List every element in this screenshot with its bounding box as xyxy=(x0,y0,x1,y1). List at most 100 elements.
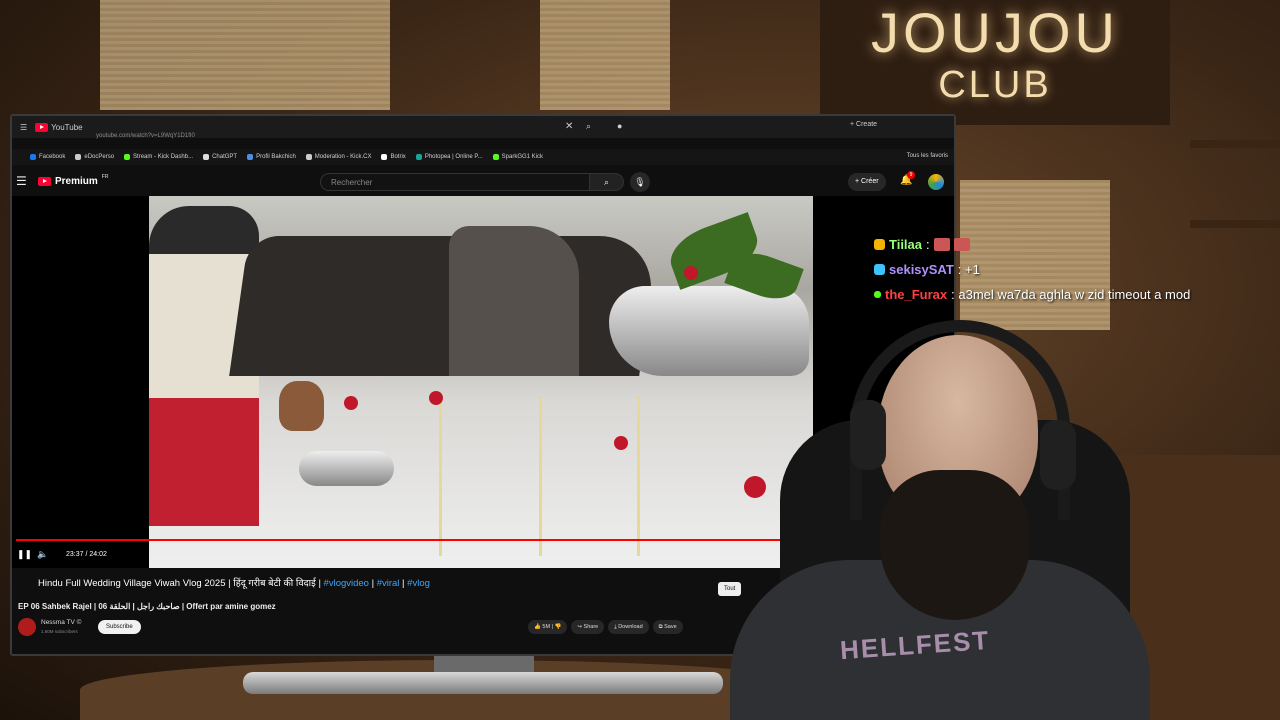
bookmark-moderation[interactable]: Moderation - Kick.CX xyxy=(305,154,372,160)
photopea-icon xyxy=(415,154,422,160)
bookmark-label: Moderation - Kick.CX xyxy=(314,154,372,160)
bookmark-label: eDocPerso xyxy=(84,154,115,160)
all-bookmarks[interactable]: Tous les favoris xyxy=(907,153,948,159)
chatgpt-icon xyxy=(203,154,210,160)
bookmark-edocperso[interactable]: eDocPerso xyxy=(75,154,114,160)
emote-icon xyxy=(933,238,950,251)
download-button[interactable]: ⤓ Download xyxy=(608,620,649,634)
logo-region: FR xyxy=(101,173,109,180)
mic-icon: 🎙 xyxy=(634,177,646,187)
share-label: Share xyxy=(583,624,599,630)
garland xyxy=(539,396,542,556)
bookmark-label: Stream - Kick Dashb... xyxy=(133,154,194,160)
newspaper-wall-center xyxy=(540,0,670,110)
headset-earcup xyxy=(1040,420,1076,490)
hashtag-link[interactable]: #viral xyxy=(377,578,400,589)
search-icon[interactable]: ⌕ xyxy=(586,121,591,132)
club-sign: JOUJOU CLUB xyxy=(820,0,1170,125)
bookmark-label: ChatGPT xyxy=(212,154,238,160)
rose xyxy=(744,476,766,498)
chat-badge-icon xyxy=(874,264,885,275)
bookmark-label: Botrix xyxy=(390,154,406,160)
like-button[interactable]: 👍 5M | 👎 xyxy=(528,620,568,634)
bookmark-kick-dashboard[interactable]: Stream - Kick Dashb... xyxy=(124,154,193,160)
thumbs-down-icon[interactable]: 👎 xyxy=(555,624,562,630)
bookmark-photopea[interactable]: Photopea | Online P... xyxy=(415,154,483,160)
stream-scene: JOUJOU CLUB ☰ YouTube ✕ ⌕ ● + Create you… xyxy=(0,0,1280,720)
profile-icon xyxy=(247,154,254,160)
logo-text: Premium xyxy=(55,176,98,187)
chat-text: : xyxy=(926,237,930,252)
shelf xyxy=(1190,220,1280,228)
bookmark-facebook[interactable]: Facebook xyxy=(30,154,65,160)
voice-search-button[interactable]: 🎙 xyxy=(630,172,650,192)
bookmark-botrix[interactable]: Botrix xyxy=(381,154,406,160)
chat-username: Tiilaa xyxy=(889,237,923,252)
bookmark-sparkgg1[interactable]: SparkGG1 Kick xyxy=(492,154,543,160)
mic-icon[interactable]: ● xyxy=(617,121,622,131)
action-buttons: 👍 5M | 👎 ↪ Share ⤓ Download ⧉ Save xyxy=(528,620,683,634)
hamburger-icon[interactable]: ☰ xyxy=(16,174,27,188)
notification-count: 9 xyxy=(907,171,915,179)
hashtag-link[interactable]: #vlogvideo xyxy=(324,578,369,589)
save-button[interactable]: ⧉ Save xyxy=(652,620,683,634)
create-label: Create xyxy=(856,121,878,128)
bookmarks-bar: Facebook eDocPerso Stream - Kick Dashb..… xyxy=(12,149,954,165)
search-icon: ⌕ xyxy=(603,177,610,187)
shelf xyxy=(1190,140,1280,148)
download-icon: ⤓ xyxy=(614,624,617,630)
hashtag-separator: | xyxy=(368,578,377,589)
pause-icon[interactable]: ❚❚ xyxy=(17,549,32,560)
car-mirror xyxy=(609,286,809,376)
create-label: Créer xyxy=(861,178,879,185)
diamond-icon xyxy=(381,154,388,160)
create-button[interactable]: + Create xyxy=(850,121,877,128)
search-button[interactable]: ⌕ xyxy=(590,173,624,191)
rose xyxy=(344,396,358,410)
address-bar[interactable]: youtube.com/watch?v=L9WqY1D1fI0 xyxy=(96,133,195,139)
volume-icon[interactable]: 🔈 xyxy=(37,549,48,560)
hashtag-link[interactable]: #vlog xyxy=(407,578,430,589)
search-input[interactable]: Rechercher xyxy=(320,173,590,191)
menu-icon[interactable]: ☰ xyxy=(20,123,27,132)
youtube-logo[interactable]: Premium FR xyxy=(38,173,109,187)
bookmark-chatgpt[interactable]: ChatGPT xyxy=(203,154,237,160)
share-button[interactable]: ↪ Share xyxy=(571,620,605,634)
chat-badge-icon xyxy=(874,239,885,250)
chat-username: the_Furax xyxy=(885,287,948,302)
channel-avatar[interactable] xyxy=(18,618,36,636)
kick-icon xyxy=(492,154,499,160)
newspaper-wall-left xyxy=(100,0,390,110)
tout-chip[interactable]: Tout xyxy=(718,582,742,596)
chat-text: : +1 xyxy=(957,262,980,277)
garland xyxy=(637,396,640,556)
video-frame[interactable] xyxy=(149,196,813,568)
channel-name[interactable]: Nessma TV © xyxy=(41,619,81,626)
like-count: 5M xyxy=(542,624,551,630)
close-icon[interactable]: ✕ xyxy=(565,121,573,132)
save-label: Save xyxy=(664,624,677,630)
avatar[interactable] xyxy=(928,174,944,190)
monitor-stand xyxy=(243,672,723,694)
thumbs-up-icon: 👍 xyxy=(534,624,541,630)
youtube-icon xyxy=(35,122,49,132)
subscribe-button[interactable]: Subscribe xyxy=(98,620,141,634)
chat-message: sekisySAT : +1 xyxy=(874,257,1190,282)
channel-subscribers: 1.60M subscribers xyxy=(41,629,78,634)
browser-tab[interactable]: YouTube xyxy=(35,122,83,132)
rose xyxy=(684,266,698,280)
sign-title: JOUJOU xyxy=(871,1,1119,64)
tab-title: YouTube xyxy=(51,122,83,132)
bookmark-label: Profil Bakchich xyxy=(256,154,296,160)
car-window xyxy=(229,236,659,376)
bookmark-profil-bakchich[interactable]: Profil Bakchich xyxy=(247,154,296,160)
create-button[interactable]: + Créer xyxy=(848,173,886,191)
progress-fill xyxy=(16,539,782,541)
video-title-text: Hindu Full Wedding Village Viwah Vlog 20… xyxy=(38,578,324,589)
ticker-text: EP 06 Sahbek Rajel | صاحبك راجل | الحلقة… xyxy=(18,602,276,611)
sign-subtitle: CLUB xyxy=(938,64,1052,106)
rose xyxy=(429,391,443,405)
bookmark-label: Photopea | Online P... xyxy=(424,154,483,160)
headset-earcup xyxy=(850,400,886,470)
chat-message: Tiilaa : xyxy=(874,232,1190,257)
